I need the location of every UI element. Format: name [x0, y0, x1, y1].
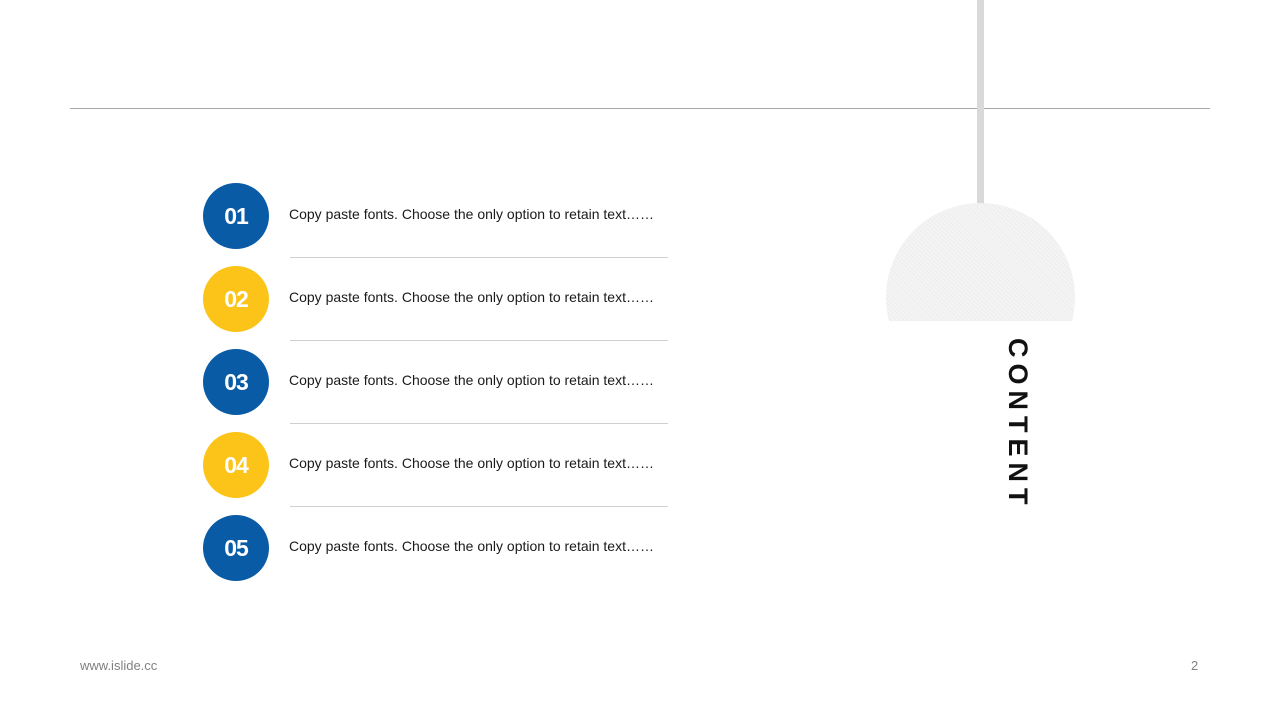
list-item: 03 Copy paste fonts. Choose the only opt… [203, 349, 673, 415]
header-divider [70, 108, 1210, 109]
item-divider [290, 423, 668, 424]
number-badge: 01 [203, 183, 269, 249]
item-divider [290, 506, 668, 507]
footer-url: www.islide.cc [80, 658, 158, 673]
list-item: 01 Copy paste fonts. Choose the only opt… [203, 183, 673, 249]
item-text: Copy paste fonts. Choose the only option… [289, 538, 654, 554]
page-number: 2 [1191, 658, 1199, 673]
item-divider [290, 257, 668, 258]
list-item: 02 Copy paste fonts. Choose the only opt… [203, 266, 673, 332]
item-text: Copy paste fonts. Choose the only option… [289, 289, 654, 305]
number-badge: 02 [203, 266, 269, 332]
section-title: CONTENT [1003, 338, 1033, 511]
number-badge: 03 [203, 349, 269, 415]
lamp-cord [977, 0, 984, 205]
item-divider [290, 340, 668, 341]
list-item: 04 Copy paste fonts. Choose the only opt… [203, 432, 673, 498]
list-item: 05 Copy paste fonts. Choose the only opt… [203, 515, 673, 581]
number-badge: 05 [203, 515, 269, 581]
item-text: Copy paste fonts. Choose the only option… [289, 206, 654, 222]
number-badge: 04 [203, 432, 269, 498]
item-text: Copy paste fonts. Choose the only option… [289, 455, 654, 471]
lamp-shade-icon [886, 203, 1075, 321]
item-text: Copy paste fonts. Choose the only option… [289, 372, 654, 388]
